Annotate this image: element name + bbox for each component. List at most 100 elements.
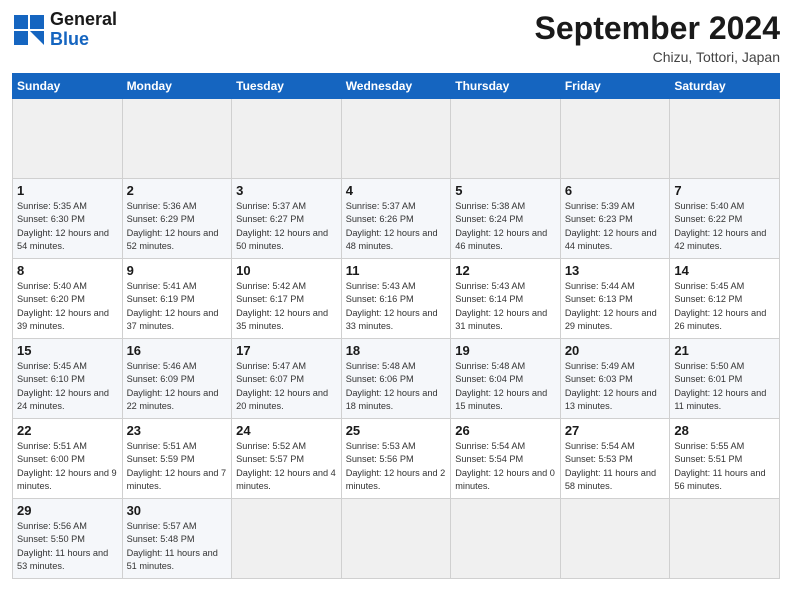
main-container: General Blue September 2024 Chizu, Totto… — [0, 0, 792, 589]
daylight-label: Daylight: 11 hours and 58 minutes. — [565, 468, 656, 491]
table-row — [13, 99, 780, 179]
sunrise-label: Sunrise: 5:55 AM — [674, 441, 744, 451]
sun-info: Sunrise: 5:46 AM Sunset: 6:09 PM Dayligh… — [127, 360, 228, 413]
sunrise-label: Sunrise: 5:48 AM — [346, 361, 416, 371]
sun-info: Sunrise: 5:36 AM Sunset: 6:29 PM Dayligh… — [127, 200, 228, 253]
sun-info: Sunrise: 5:40 AM Sunset: 6:20 PM Dayligh… — [17, 280, 118, 333]
sunset-label: Sunset: 6:07 PM — [236, 374, 304, 384]
day-number: 11 — [346, 263, 447, 278]
sunrise-label: Sunrise: 5:45 AM — [674, 281, 744, 291]
title-block: September 2024 Chizu, Tottori, Japan — [535, 10, 780, 65]
day-number: 9 — [127, 263, 228, 278]
col-monday: Monday — [122, 74, 232, 99]
sun-info: Sunrise: 5:51 AM Sunset: 5:59 PM Dayligh… — [127, 440, 228, 493]
sun-info: Sunrise: 5:45 AM Sunset: 6:10 PM Dayligh… — [17, 360, 118, 413]
sunset-label: Sunset: 5:51 PM — [674, 454, 742, 464]
sunset-label: Sunset: 6:29 PM — [127, 214, 195, 224]
sunrise-label: Sunrise: 5:43 AM — [346, 281, 416, 291]
daylight-label: Daylight: 11 hours and 51 minutes. — [127, 548, 218, 571]
logo: General Blue — [12, 10, 117, 50]
day-number: 12 — [455, 263, 556, 278]
calendar-body: 1 Sunrise: 5:35 AM Sunset: 6:30 PM Dayli… — [13, 99, 780, 579]
sunrise-label: Sunrise: 5:35 AM — [17, 201, 87, 211]
sunrise-label: Sunrise: 5:43 AM — [455, 281, 525, 291]
sun-info: Sunrise: 5:48 AM Sunset: 6:06 PM Dayligh… — [346, 360, 447, 413]
sunrise-label: Sunrise: 5:51 AM — [127, 441, 197, 451]
list-item: 17 Sunrise: 5:47 AM Sunset: 6:07 PM Dayl… — [232, 339, 342, 419]
daylight-label: Daylight: 12 hours and 46 minutes. — [455, 228, 547, 251]
sun-info: Sunrise: 5:57 AM Sunset: 5:48 PM Dayligh… — [127, 520, 228, 573]
day-number: 8 — [17, 263, 118, 278]
list-item: 4 Sunrise: 5:37 AM Sunset: 6:26 PM Dayli… — [341, 179, 451, 259]
col-wednesday: Wednesday — [341, 74, 451, 99]
sunrise-label: Sunrise: 5:47 AM — [236, 361, 306, 371]
sunset-label: Sunset: 5:50 PM — [17, 534, 85, 544]
sunset-label: Sunset: 6:20 PM — [17, 294, 85, 304]
sun-info: Sunrise: 5:35 AM Sunset: 6:30 PM Dayligh… — [17, 200, 118, 253]
header: General Blue September 2024 Chizu, Totto… — [12, 10, 780, 65]
daylight-label: Daylight: 11 hours and 56 minutes. — [674, 468, 765, 491]
list-item: 26 Sunrise: 5:54 AM Sunset: 5:54 PM Dayl… — [451, 419, 561, 499]
list-item — [451, 99, 561, 179]
daylight-label: Daylight: 12 hours and 44 minutes. — [565, 228, 657, 251]
table-row: 1 Sunrise: 5:35 AM Sunset: 6:30 PM Dayli… — [13, 179, 780, 259]
list-item: 25 Sunrise: 5:53 AM Sunset: 5:56 PM Dayl… — [341, 419, 451, 499]
sunset-label: Sunset: 6:17 PM — [236, 294, 304, 304]
list-item: 15 Sunrise: 5:45 AM Sunset: 6:10 PM Dayl… — [13, 339, 123, 419]
daylight-label: Daylight: 12 hours and 42 minutes. — [674, 228, 766, 251]
daylight-label: Daylight: 12 hours and 0 minutes. — [455, 468, 555, 491]
list-item — [232, 99, 342, 179]
daylight-label: Daylight: 12 hours and 22 minutes. — [127, 388, 219, 411]
list-item: 7 Sunrise: 5:40 AM Sunset: 6:22 PM Dayli… — [670, 179, 780, 259]
sunrise-label: Sunrise: 5:45 AM — [17, 361, 87, 371]
day-number: 30 — [127, 503, 228, 518]
sunrise-label: Sunrise: 5:54 AM — [455, 441, 525, 451]
daylight-label: Daylight: 12 hours and 35 minutes. — [236, 308, 328, 331]
list-item: 28 Sunrise: 5:55 AM Sunset: 5:51 PM Dayl… — [670, 419, 780, 499]
logo-icon — [12, 13, 46, 47]
day-number: 28 — [674, 423, 775, 438]
list-item: 5 Sunrise: 5:38 AM Sunset: 6:24 PM Dayli… — [451, 179, 561, 259]
sun-info: Sunrise: 5:56 AM Sunset: 5:50 PM Dayligh… — [17, 520, 118, 573]
daylight-label: Daylight: 12 hours and 37 minutes. — [127, 308, 219, 331]
daylight-label: Daylight: 12 hours and 29 minutes. — [565, 308, 657, 331]
day-number: 21 — [674, 343, 775, 358]
day-number: 19 — [455, 343, 556, 358]
sun-info: Sunrise: 5:40 AM Sunset: 6:22 PM Dayligh… — [674, 200, 775, 253]
daylight-label: Daylight: 12 hours and 15 minutes. — [455, 388, 547, 411]
sunrise-label: Sunrise: 5:46 AM — [127, 361, 197, 371]
sunset-label: Sunset: 6:00 PM — [17, 454, 85, 464]
list-item — [232, 499, 342, 579]
daylight-label: Daylight: 11 hours and 53 minutes. — [17, 548, 108, 571]
month-title: September 2024 — [535, 10, 780, 47]
daylight-label: Daylight: 12 hours and 20 minutes. — [236, 388, 328, 411]
day-number: 27 — [565, 423, 666, 438]
day-number: 20 — [565, 343, 666, 358]
sunrise-label: Sunrise: 5:40 AM — [17, 281, 87, 291]
col-thursday: Thursday — [451, 74, 561, 99]
sunrise-label: Sunrise: 5:39 AM — [565, 201, 635, 211]
daylight-label: Daylight: 12 hours and 11 minutes. — [674, 388, 766, 411]
sunrise-label: Sunrise: 5:36 AM — [127, 201, 197, 211]
day-number: 3 — [236, 183, 337, 198]
sun-info: Sunrise: 5:49 AM Sunset: 6:03 PM Dayligh… — [565, 360, 666, 413]
daylight-label: Daylight: 12 hours and 26 minutes. — [674, 308, 766, 331]
list-item: 21 Sunrise: 5:50 AM Sunset: 6:01 PM Dayl… — [670, 339, 780, 419]
sunrise-label: Sunrise: 5:41 AM — [127, 281, 197, 291]
sun-info: Sunrise: 5:53 AM Sunset: 5:56 PM Dayligh… — [346, 440, 447, 493]
day-number: 5 — [455, 183, 556, 198]
daylight-label: Daylight: 12 hours and 13 minutes. — [565, 388, 657, 411]
col-friday: Friday — [560, 74, 670, 99]
sun-info: Sunrise: 5:48 AM Sunset: 6:04 PM Dayligh… — [455, 360, 556, 413]
sunset-label: Sunset: 6:16 PM — [346, 294, 414, 304]
sunset-label: Sunset: 5:59 PM — [127, 454, 195, 464]
day-number: 23 — [127, 423, 228, 438]
sunset-label: Sunset: 6:12 PM — [674, 294, 742, 304]
sunset-label: Sunset: 5:48 PM — [127, 534, 195, 544]
day-number: 22 — [17, 423, 118, 438]
sun-info: Sunrise: 5:45 AM Sunset: 6:12 PM Dayligh… — [674, 280, 775, 333]
daylight-label: Daylight: 12 hours and 33 minutes. — [346, 308, 438, 331]
sunset-label: Sunset: 6:10 PM — [17, 374, 85, 384]
sunset-label: Sunset: 5:54 PM — [455, 454, 523, 464]
daylight-label: Daylight: 12 hours and 24 minutes. — [17, 388, 109, 411]
